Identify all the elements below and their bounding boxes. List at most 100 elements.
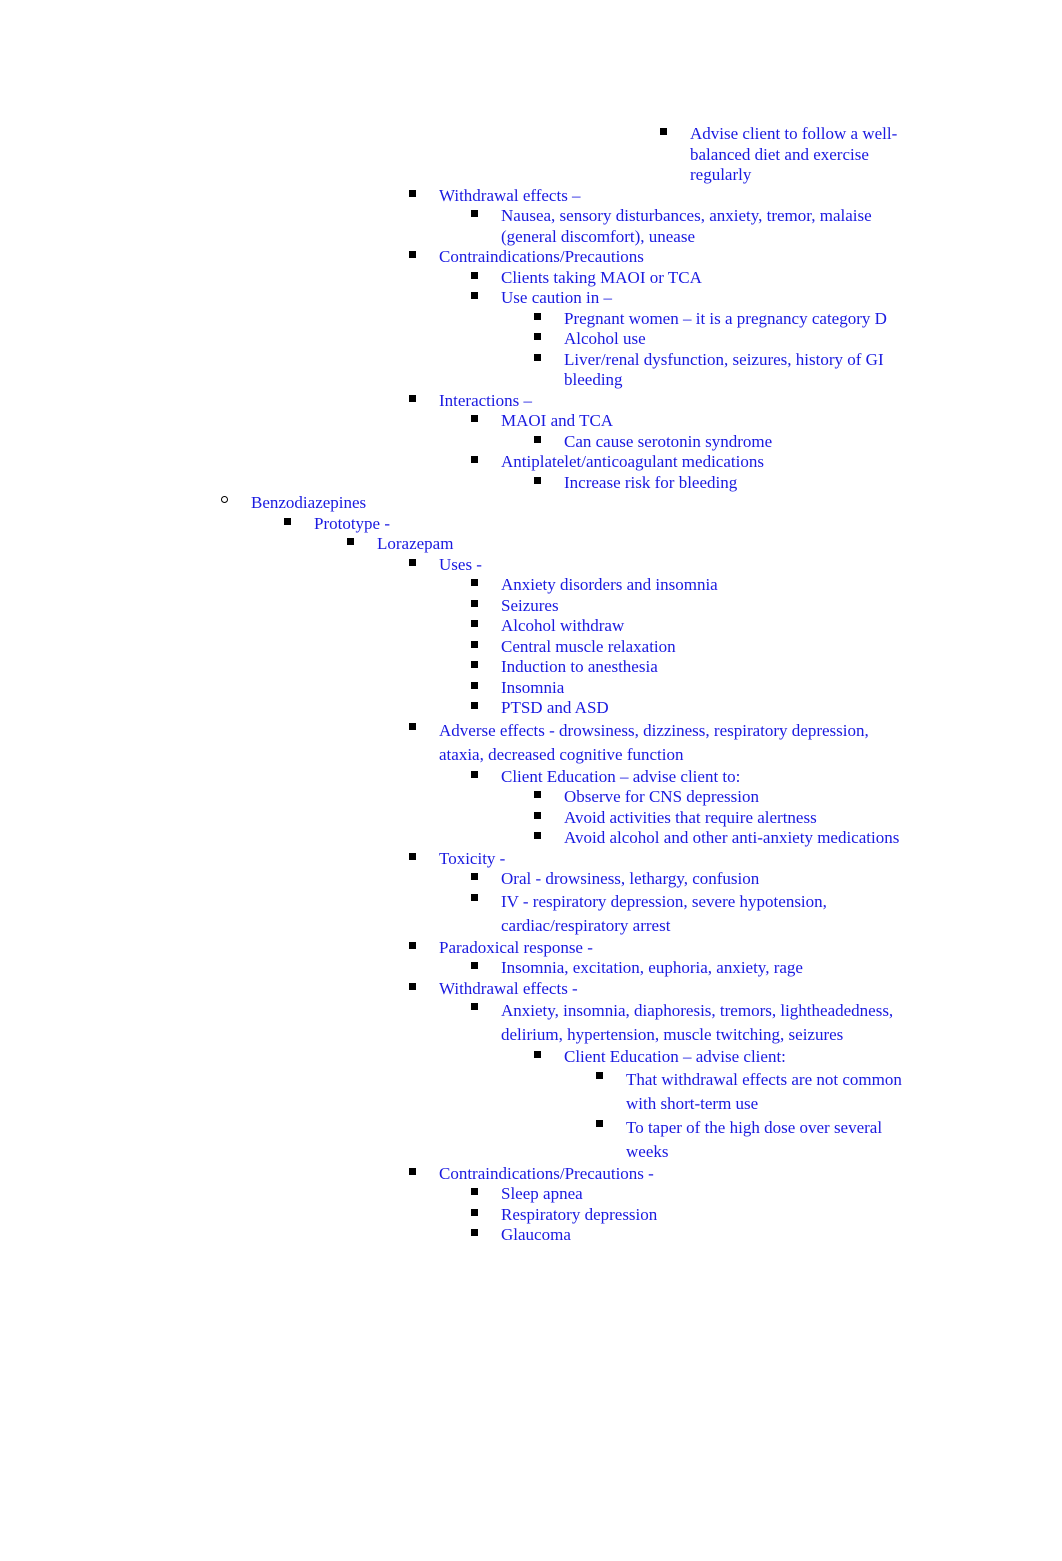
outline-item-seizures: Seizures bbox=[471, 596, 908, 617]
outline-item-toxicity-oral: Oral - drowsiness, lethargy, confusion bbox=[471, 869, 908, 890]
outline-item-withdrawal-effects-ssri: Withdrawal effects – bbox=[409, 186, 908, 207]
outline-item-text: Insomnia bbox=[501, 677, 565, 697]
outline-item-respiratory-depression: Respiratory depression bbox=[471, 1205, 908, 1226]
outline-item-withdrawal-symptoms-benzo: Anxiety, insomnia, diaphoresis, tremors,… bbox=[471, 999, 908, 1047]
square-bullet-icon bbox=[409, 849, 439, 870]
square-bullet-icon bbox=[471, 1205, 501, 1226]
square-bullet-icon bbox=[409, 186, 439, 207]
outline-item-text: Withdrawal effects – bbox=[439, 185, 581, 205]
outline-item-text: Alcohol use bbox=[564, 329, 646, 348]
square-bullet-icon bbox=[347, 534, 377, 555]
outline-item-nausea-sensory: Nausea, sensory disturbances, anxiety, t… bbox=[471, 206, 908, 247]
square-bullet-icon bbox=[534, 1047, 564, 1068]
square-bullet-icon bbox=[471, 1225, 501, 1246]
outline-item-text: Clients taking MAOI or TCA bbox=[501, 267, 702, 287]
outline-item-serotonin-syndrome: Can cause serotonin syndrome bbox=[534, 432, 908, 453]
outline-item-text: Adverse effects - drowsiness, dizziness,… bbox=[439, 720, 869, 764]
outline-item-text: Observe for CNS depression bbox=[564, 787, 759, 806]
outline-item-insomnia: Insomnia bbox=[471, 678, 908, 699]
outline-item-benzodiazepines: Benzodiazepines bbox=[221, 493, 845, 514]
outline-item-text: Uses - bbox=[439, 554, 482, 574]
outline-item-taper-high-dose: To taper of the high dose over several w… bbox=[596, 1116, 908, 1164]
outline-item-use-caution-in: Use caution in – bbox=[471, 288, 908, 309]
square-bullet-icon bbox=[534, 329, 564, 350]
outline-item-text: Glaucoma bbox=[501, 1225, 571, 1244]
outline-item-text: Respiratory depression bbox=[501, 1204, 658, 1224]
outline-item-induction-anesthesia: Induction to anesthesia bbox=[471, 657, 908, 678]
square-bullet-icon bbox=[534, 432, 564, 453]
outline-item-adverse-effects-benzo: Adverse effects - drowsiness, dizziness,… bbox=[409, 719, 908, 767]
outline-item-text: Advise client to follow a well-balanced … bbox=[690, 124, 898, 184]
square-bullet-icon bbox=[471, 767, 501, 788]
square-bullet-icon bbox=[596, 1068, 626, 1089]
outline-item-liver-renal: Liver/renal dysfunction, seizures, histo… bbox=[534, 350, 908, 391]
outline-item-text: Alcohol withdraw bbox=[501, 616, 625, 635]
square-bullet-icon bbox=[471, 268, 501, 289]
outline-item-text: Central muscle relaxation bbox=[501, 636, 676, 656]
outline-item-text: MAOI and TCA bbox=[501, 411, 614, 430]
outline-item-text: Use caution in – bbox=[501, 288, 612, 307]
top-margin bbox=[0, 0, 1062, 124]
outline-item-text: Induction to anesthesia bbox=[501, 657, 658, 676]
outline-item-sleep-apnea: Sleep apnea bbox=[471, 1184, 908, 1205]
square-bullet-icon bbox=[409, 979, 439, 1000]
outline-item-text: Client Education – advise client to: bbox=[501, 766, 741, 786]
outline-item-advise-diet: Advise client to follow a well-balanced … bbox=[660, 124, 908, 186]
square-bullet-icon bbox=[409, 938, 439, 959]
square-bullet-icon bbox=[534, 808, 564, 829]
outline-item-antiplatelet: Antiplatelet/anticoagulant medications bbox=[471, 452, 908, 473]
square-bullet-icon bbox=[534, 787, 564, 808]
outline-list: Advise client to follow a well-balanced … bbox=[0, 124, 1062, 1246]
square-bullet-icon bbox=[534, 473, 564, 494]
outline-item-text: IV - respiratory depression, severe hypo… bbox=[501, 891, 827, 935]
outline-item-glaucoma: Glaucoma bbox=[471, 1225, 908, 1246]
square-bullet-icon bbox=[471, 698, 501, 719]
square-bullet-icon bbox=[409, 247, 439, 268]
square-bullet-icon bbox=[284, 514, 314, 535]
square-bullet-icon bbox=[471, 288, 501, 309]
square-bullet-icon bbox=[409, 1164, 439, 1185]
outline-item-text: Pregnant women – it is a pregnancy categ… bbox=[564, 308, 887, 328]
circle-bullet-icon bbox=[221, 493, 251, 514]
square-bullet-icon bbox=[409, 555, 439, 576]
outline-item-pregnant-women: Pregnant women – it is a pregnancy categ… bbox=[534, 309, 908, 330]
outline-item-increase-bleeding-risk: Increase risk for bleeding bbox=[534, 473, 908, 494]
outline-item-paradoxical-response: Paradoxical response - bbox=[409, 938, 908, 959]
outline-item-alcohol-use: Alcohol use bbox=[534, 329, 908, 350]
outline-item-text: Benzodiazepines bbox=[251, 493, 367, 512]
outline-item-anxiety-insomnia: Anxiety disorders and insomnia bbox=[471, 575, 908, 596]
outline-item-text: Increase risk for bleeding bbox=[564, 472, 738, 492]
outline-item-clients-maoi-tca: Clients taking MAOI or TCA bbox=[471, 268, 908, 289]
square-bullet-icon bbox=[534, 828, 564, 849]
outline-item-text: Client Education – advise client: bbox=[564, 1047, 786, 1066]
outline-item-text: Oral - drowsiness, lethargy, confusion bbox=[501, 869, 760, 888]
outline-item-text: PTSD and ASD bbox=[501, 698, 609, 717]
square-bullet-icon bbox=[534, 350, 564, 371]
document-page: Advise client to follow a well-balanced … bbox=[0, 0, 1062, 1561]
square-bullet-icon bbox=[471, 452, 501, 473]
outline-item-observe-cns-depression: Observe for CNS depression bbox=[534, 787, 908, 808]
outline-item-withdrawal-effects-benzo: Withdrawal effects - bbox=[409, 979, 908, 1000]
outline-item-toxicity: Toxicity - bbox=[409, 849, 908, 870]
square-bullet-icon bbox=[471, 999, 501, 1020]
outline-item-text: Can cause serotonin syndrome bbox=[564, 431, 773, 451]
outline-item-contraindications-ssri: Contraindications/Precautions bbox=[409, 247, 908, 268]
outline-item-uses: Uses - bbox=[409, 555, 908, 576]
outline-item-client-education-advise-to: Client Education – advise client to: bbox=[471, 767, 908, 788]
outline-item-text: Insomnia, excitation, euphoria, anxiety,… bbox=[501, 958, 803, 977]
outline-item-text: Anxiety disorders and insomnia bbox=[501, 575, 718, 594]
outline-item-text: Sleep apnea bbox=[501, 1184, 583, 1203]
square-bullet-icon bbox=[471, 890, 501, 911]
outline-item-text: That withdrawal effects are not common w… bbox=[626, 1069, 902, 1113]
outline-item-text: Avoid activities that require alertness bbox=[564, 807, 817, 827]
outline-item-client-education-advise: Client Education – advise client: bbox=[534, 1047, 908, 1068]
outline-item-text: Contraindications/Precautions - bbox=[439, 1163, 654, 1183]
outline-item-toxicity-iv: IV - respiratory depression, severe hypo… bbox=[471, 890, 908, 938]
square-bullet-icon bbox=[471, 575, 501, 596]
outline-item-text: To taper of the high dose over several w… bbox=[626, 1117, 883, 1161]
outline-item-lorazepam: Lorazepam bbox=[347, 534, 971, 555]
square-bullet-icon bbox=[471, 206, 501, 227]
square-bullet-icon bbox=[409, 391, 439, 412]
square-bullet-icon bbox=[596, 1116, 626, 1137]
outline-item-ptsd-asd: PTSD and ASD bbox=[471, 698, 908, 719]
